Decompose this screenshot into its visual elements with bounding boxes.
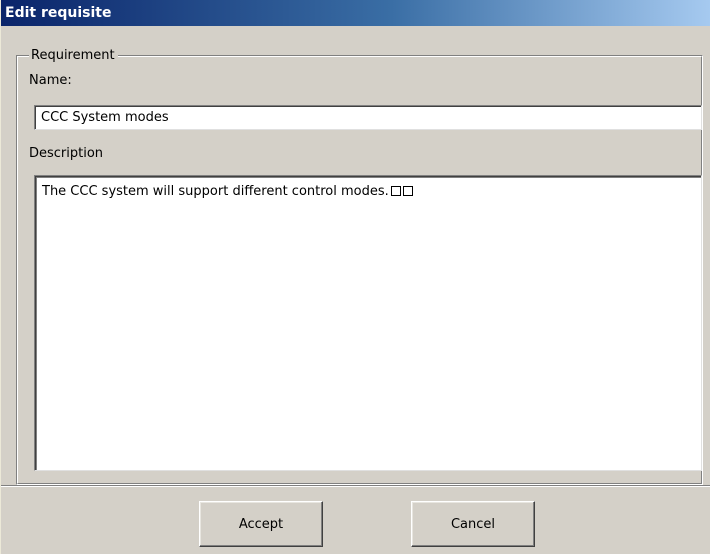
accept-button-label: Accept	[238, 516, 284, 532]
description-label: Description	[29, 146, 104, 161]
name-input[interactable]: CCC System modes	[34, 105, 702, 130]
edit-requisite-dialog: Edit requisite Requirement Name: CCC Sys…	[0, 0, 710, 554]
cancel-button-label: Cancel	[450, 516, 496, 532]
description-textarea[interactable]: The CCC system will support different co…	[34, 175, 702, 471]
button-divider	[1, 485, 710, 487]
name-label: Name:	[29, 73, 72, 88]
missing-glyph-box-icon	[390, 186, 401, 196]
description-text: The CCC system will support different co…	[42, 184, 389, 199]
cancel-button[interactable]: Cancel	[411, 501, 535, 547]
window-title: Edit requisite	[5, 5, 112, 21]
name-input-value: CCC System modes	[41, 110, 169, 125]
title-bar: Edit requisite	[1, 0, 710, 26]
accept-button[interactable]: Accept	[199, 501, 323, 547]
requirement-group-label: Requirement	[29, 48, 118, 64]
missing-glyph-box-icon	[402, 186, 413, 196]
